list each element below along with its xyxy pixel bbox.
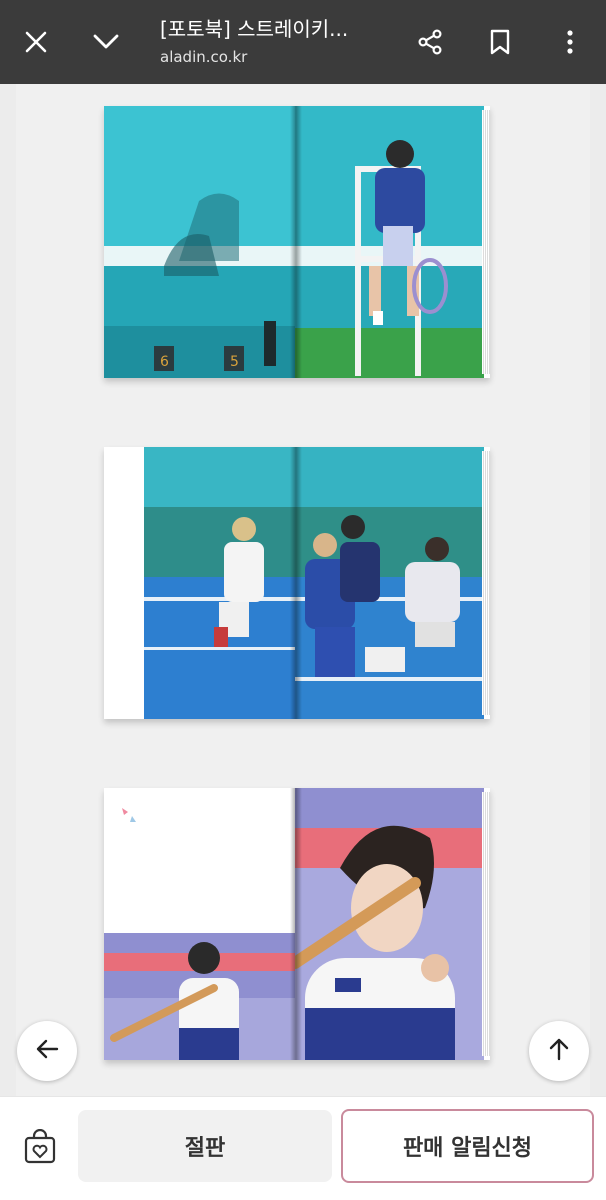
photobook-spread-2 [104, 447, 490, 719]
bookmark-icon[interactable] [478, 20, 522, 64]
page-title-area[interactable]: [포토북] 스트레이키... aladin.co.kr [160, 14, 390, 68]
arrow-up-icon [545, 1035, 573, 1067]
arrow-left-icon [33, 1035, 61, 1067]
spread-3-spine [290, 788, 302, 1060]
spread-3-left-page [104, 788, 295, 1060]
photobook-spread-1: 6 5 [104, 106, 490, 378]
spread-1-right-page [295, 106, 484, 378]
out-of-print-button[interactable]: 절판 [78, 1110, 332, 1182]
browser-toolbar: [포토북] 스트레이키... aladin.co.kr [0, 0, 606, 84]
share-icon[interactable] [408, 20, 452, 64]
scroll-top-button[interactable] [529, 1021, 589, 1081]
spread-1-left-page: 6 5 [104, 106, 295, 378]
spread-2-right-page [295, 447, 484, 719]
sale-notification-button[interactable]: 판매 알림신청 [341, 1109, 594, 1183]
spread-3-right-page [295, 788, 484, 1060]
spread-1-spine [290, 106, 302, 378]
svg-text:6: 6 [160, 354, 169, 370]
more-vert-icon[interactable] [548, 20, 592, 64]
spread-1-page-edge [482, 110, 490, 374]
chevron-down-icon[interactable] [84, 20, 128, 64]
wishlist-button[interactable] [12, 1127, 68, 1171]
spread-3-page-edge [482, 792, 490, 1056]
svg-text:5: 5 [230, 354, 239, 370]
spread-2-left-page [104, 447, 295, 719]
spread-2-spine [290, 447, 302, 719]
purchase-bar: 절판 판매 알림신청 [0, 1096, 606, 1200]
product-image-gallery[interactable]: 6 5 [16, 84, 590, 1096]
close-icon[interactable] [14, 20, 58, 64]
back-button[interactable] [17, 1021, 77, 1081]
page-title: [포토북] 스트레이키... [160, 17, 349, 41]
spread-2-page-edge [482, 451, 490, 715]
photobook-spread-3 [104, 788, 490, 1060]
heart-bag-icon [22, 1128, 58, 1169]
page-url: aladin.co.kr [160, 48, 248, 66]
